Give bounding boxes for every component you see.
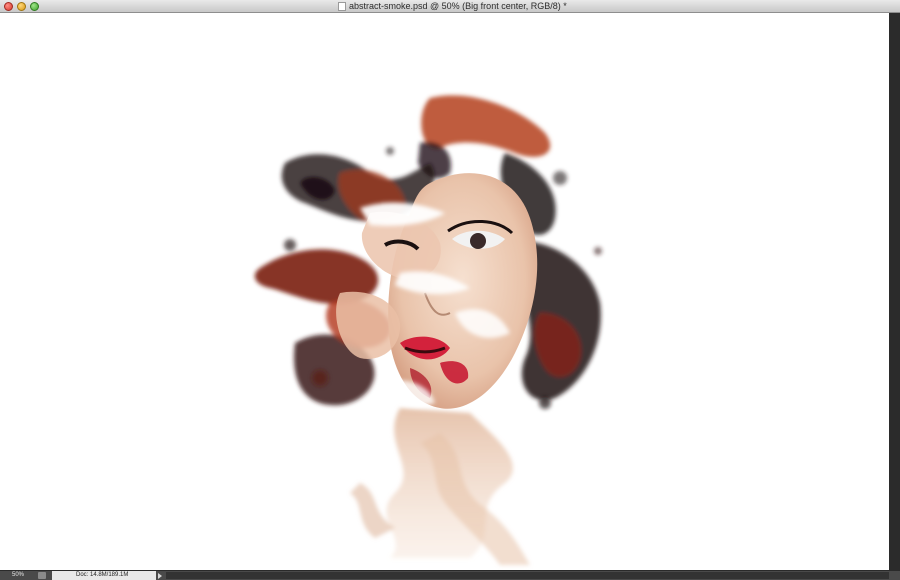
- document-icon: [338, 2, 346, 11]
- title-bar: abstract-smoke.psd @ 50% (Big front cent…: [0, 0, 900, 13]
- artwork-image: [254, 95, 602, 565]
- triangle-right-icon[interactable]: [158, 573, 162, 579]
- minimize-button[interactable]: [17, 2, 26, 11]
- export-icon[interactable]: [38, 572, 46, 579]
- window-title: abstract-smoke.psd @ 50% (Big front cent…: [349, 1, 567, 11]
- smoke-trail: [350, 408, 530, 565]
- horizontal-scrollbar[interactable]: [166, 572, 889, 579]
- zoom-level[interactable]: 50%: [12, 571, 24, 580]
- doc-info-field: Doc: 14.8M/189.1M: [52, 571, 156, 580]
- vertical-scrollbar[interactable]: [889, 13, 900, 570]
- zoom-button[interactable]: [30, 2, 39, 11]
- close-button[interactable]: [4, 2, 13, 11]
- doc-size-text: Doc: 14.8M/189.1M: [76, 572, 129, 578]
- document-canvas[interactable]: [0, 13, 889, 570]
- status-bar: 50% Doc: 14.8M/189.1M: [0, 570, 900, 580]
